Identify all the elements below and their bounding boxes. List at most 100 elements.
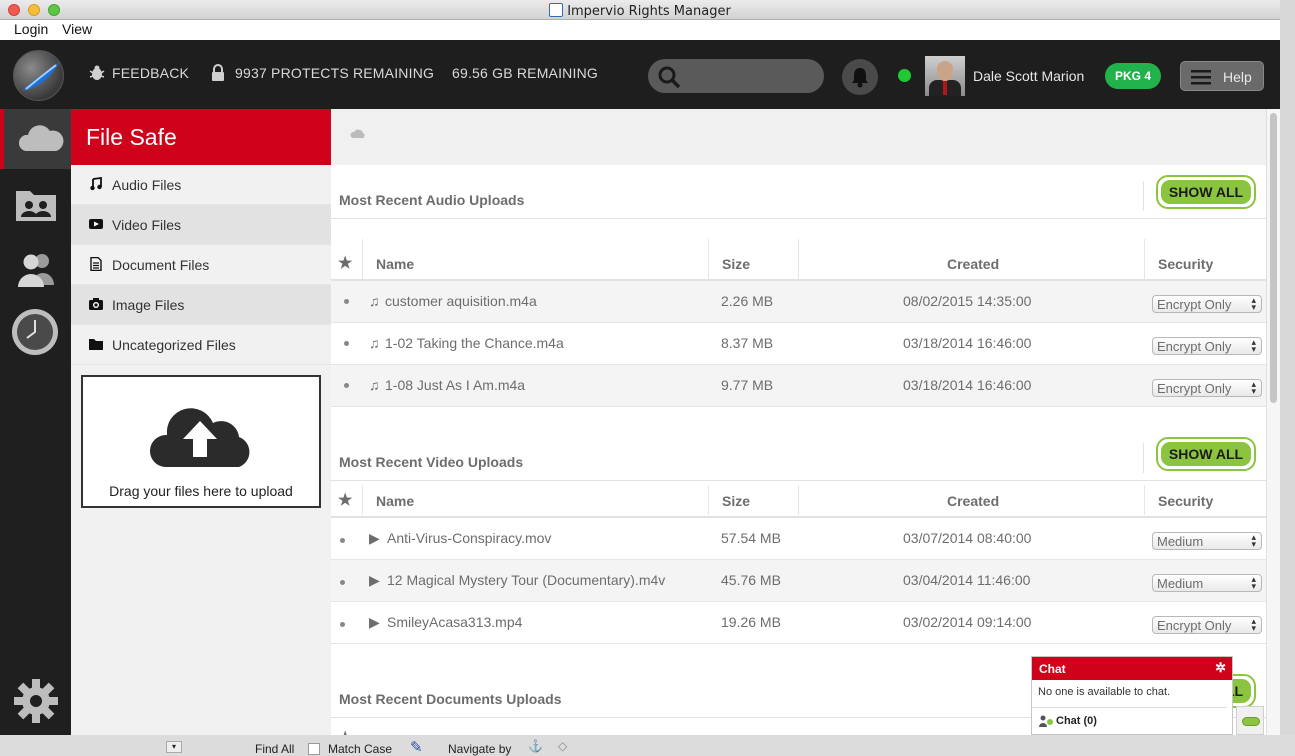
column-security[interactable]: Security <box>1158 256 1213 272</box>
chat-footer[interactable]: Chat (0) <box>1032 708 1232 735</box>
column-size[interactable]: Size <box>722 256 750 272</box>
sidebar-item-label: Document Files <box>112 257 210 273</box>
find-all-button[interactable]: Find All <box>255 742 294 756</box>
sidebar-item-label: Image Files <box>112 297 185 313</box>
table-row[interactable]: ▶ SmileyAcasa313.mp4 19.26 MB 03/02/2014… <box>331 602 1266 644</box>
notifications-button[interactable] <box>842 59 878 95</box>
camera-icon <box>89 298 103 310</box>
file-size: 9.77 MB <box>721 377 774 393</box>
sidebar-item-audio-files[interactable]: Audio Files <box>71 165 331 205</box>
file-created: 03/18/2014 16:46:00 <box>903 335 1032 351</box>
search-input[interactable] <box>648 59 824 93</box>
chat-header[interactable]: Chat ✲ <box>1032 657 1232 680</box>
play-icon: ▶ <box>369 614 380 630</box>
security-select[interactable]: Medium ▴ ▾ <box>1152 574 1262 592</box>
highlight-icon[interactable]: ✎ <box>410 738 423 756</box>
rail-history[interactable] <box>0 305 71 365</box>
app-logo[interactable] <box>13 50 64 101</box>
security-select[interactable]: Encrypt Only ▴ ▾ <box>1152 337 1262 355</box>
play-icon: ▶ <box>369 572 380 588</box>
chat-title: Chat <box>1039 662 1066 676</box>
column-name[interactable]: Name <box>376 256 414 272</box>
column-name[interactable]: Name <box>376 493 414 509</box>
chat-status-message: No one is available to chat. <box>1032 680 1227 708</box>
star-icon[interactable]: ★ <box>338 490 352 510</box>
hamburger-menu-icon <box>1191 70 1211 85</box>
sidebar-item-image-files[interactable]: Image Files <box>71 285 331 325</box>
feedback-link[interactable]: FEEDBACK <box>112 65 189 81</box>
column-security[interactable]: Security <box>1158 493 1213 509</box>
window-title: Impervio Rights Manager <box>0 3 1280 19</box>
table-row[interactable]: ♫ 1-02 Taking the Chance.m4a 8.37 MB 03/… <box>331 323 1266 365</box>
package-badge[interactable]: PKG 4 <box>1105 63 1161 89</box>
file-name[interactable]: Anti-Virus-Conspiracy.mov <box>387 530 551 546</box>
help-button[interactable]: Help <box>1180 61 1264 91</box>
app-icon <box>549 3 564 17</box>
show-all-label: SHOW ALL <box>1161 180 1251 204</box>
security-select[interactable]: Medium ▴ ▾ <box>1152 532 1262 550</box>
menu-login[interactable]: Login <box>14 21 48 37</box>
file-name[interactable]: 12 Magical Mystery Tour (Documentary).m4… <box>387 572 665 588</box>
navigate-by-label: Navigate by <box>448 742 512 756</box>
bug-icon <box>89 65 105 80</box>
video-uploads-section: Most Recent Video Uploads SHOW ALL ★ Nam… <box>331 427 1266 644</box>
rail-settings[interactable] <box>0 667 71 727</box>
column-created[interactable]: Created <box>947 256 999 272</box>
security-select[interactable]: Encrypt Only ▴ ▾ <box>1152 295 1262 313</box>
table-row[interactable]: ♫ customer aquisition.m4a 2.26 MB 08/02/… <box>331 281 1266 323</box>
scrollbar-thumb[interactable] <box>1270 113 1277 403</box>
chevron-down-icon[interactable]: ▾ <box>166 741 182 753</box>
file-created: 03/07/2014 08:40:00 <box>903 530 1032 546</box>
user-name[interactable]: Dale Scott Marion <box>973 68 1084 84</box>
cloud-icon[interactable] <box>350 128 366 139</box>
avatar[interactable] <box>925 56 965 96</box>
table-row[interactable]: ♫ 1-08 Just As I Am.m4a 9.77 MB 03/18/20… <box>331 365 1266 407</box>
file-name[interactable]: customer aquisition.m4a <box>385 293 537 309</box>
table-row[interactable]: ▶ Anti-Virus-Conspiracy.mov 57.54 MB 03/… <box>331 518 1266 560</box>
column-size[interactable]: Size <box>722 493 750 509</box>
lock-icon <box>212 64 224 81</box>
star-icon[interactable]: ★ <box>338 253 352 273</box>
app-header: FEEDBACK 9937 PROTECTS REMAINING 69.56 G… <box>0 40 1280 109</box>
sidebar-item-uncategorized-files[interactable]: Uncategorized Files <box>71 325 331 365</box>
menu-view[interactable]: View <box>62 21 92 37</box>
chat-settings-icon[interactable]: ✲ <box>1215 660 1226 676</box>
file-name[interactable]: 1-08 Just As I Am.m4a <box>385 377 525 393</box>
show-all-audio-button[interactable]: SHOW ALL <box>1156 175 1256 209</box>
file-name[interactable]: SmileyAcasa313.mp4 <box>387 614 522 630</box>
security-select[interactable]: Encrypt Only ▴ ▾ <box>1152 379 1262 397</box>
file-name[interactable]: 1-02 Taking the Chance.m4a <box>385 335 564 351</box>
security-select[interactable]: Encrypt Only ▴ ▾ <box>1152 616 1262 634</box>
security-value: Medium <box>1157 576 1204 591</box>
rail-file-safe[interactable] <box>0 109 71 169</box>
table-header: ★ Name Size Created Security <box>331 481 1266 518</box>
music-note-icon: ♫ <box>369 377 380 393</box>
chat-toggle[interactable] <box>1236 706 1264 735</box>
security-value: Encrypt Only <box>1157 618 1232 633</box>
bell-icon <box>852 68 868 88</box>
match-case-checkbox[interactable] <box>308 743 320 755</box>
table-row[interactable]: ▶ 12 Magical Mystery Tour (Documentary).… <box>331 560 1266 602</box>
upload-dropzone[interactable]: Drag your files here to upload <box>81 375 321 508</box>
menu-bar: Login View <box>0 20 1280 40</box>
sidebar-item-video-files[interactable]: Video Files <box>71 205 331 245</box>
cloud-upload-icon <box>149 408 250 467</box>
file-created: 03/02/2014 09:14:00 <box>903 614 1032 630</box>
anchor-icon[interactable]: ⚓ <box>528 739 543 753</box>
window-titlebar: Impervio Rights Manager <box>0 0 1280 20</box>
scrollbar[interactable] <box>1266 109 1280 735</box>
rail-contacts[interactable] <box>0 239 71 299</box>
star-icon[interactable]: ★ <box>338 728 352 735</box>
diamond-icon[interactable]: ◇ <box>558 739 567 753</box>
cloud-icon <box>18 125 64 151</box>
sidebar-item-label: Uncategorized Files <box>112 337 236 353</box>
main-content: Most Recent Audio Uploads SHOW ALL ★ Nam… <box>331 109 1266 735</box>
chat-count: Chat (0) <box>1056 715 1097 727</box>
show-all-video-button[interactable]: SHOW ALL <box>1156 437 1256 471</box>
sidebar-item-document-files[interactable]: Document Files <box>71 245 331 285</box>
rail-shared-folders[interactable] <box>0 175 71 235</box>
section-title: Most Recent Audio Uploads <box>339 192 525 208</box>
column-created[interactable]: Created <box>947 493 999 509</box>
play-icon: ▶ <box>369 530 380 546</box>
music-note-icon: ♫ <box>369 335 380 351</box>
